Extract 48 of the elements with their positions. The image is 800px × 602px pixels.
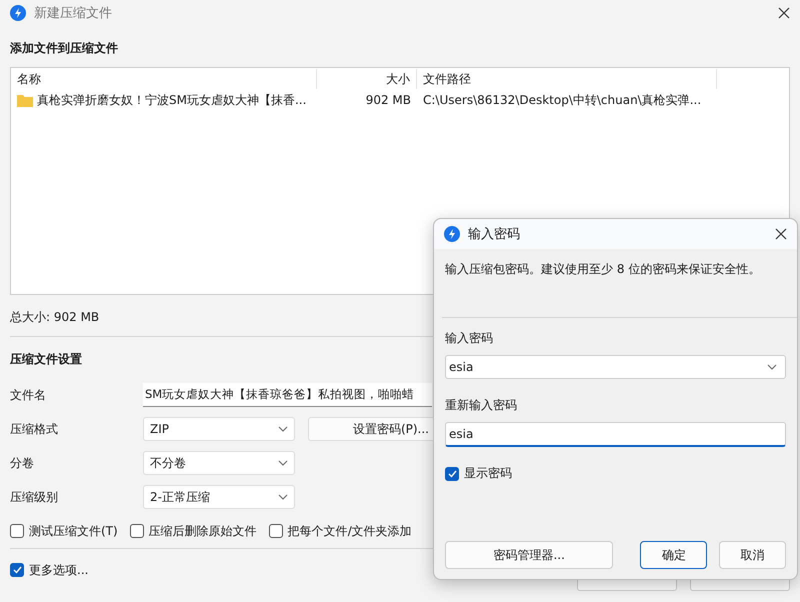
checkbox-label[interactable]: 压缩后删除原始文件 [148,522,257,540]
close-icon[interactable] [775,228,787,240]
field-label: 分卷 [10,454,35,472]
checkbox[interactable] [10,563,24,577]
confirm-password-field[interactable]: esia [445,422,786,447]
checkbox[interactable] [10,524,24,538]
description-text: 输入压缩包密码。建议使用至少 8 位的密码来保证安全性。 [445,261,762,278]
table-cell: 真枪实弹折磨女奴！宁波SM玩女虐奴大神【抹香... [37,92,306,108]
checkmark-icon [448,470,456,478]
section-heading: 压缩文件设置 [10,351,82,368]
checkbox-label[interactable]: 把每个文件/文件夹添加 [288,522,412,540]
dropdown[interactable]: ZIP [143,417,295,441]
password-combo-field[interactable]: esia [445,355,786,379]
checkbox[interactable] [268,524,283,538]
checkbox-label[interactable]: 显示密码 [464,465,512,482]
app-icon [10,5,26,21]
field-label: 文件名 [10,386,47,404]
dropdown[interactable]: 2-正常压缩 [143,485,295,509]
field-label: 重新输入密码 [445,397,518,414]
window-title: 新建压缩文件 [34,5,112,22]
checkbox[interactable] [130,524,144,538]
dropdown[interactable]: 不分卷 [143,451,295,475]
total-size: 总大小: 902 MB [10,309,100,326]
close-icon[interactable] [778,7,790,19]
dialog-title: 输入密码 [468,226,520,243]
column-header[interactable]: 大小 [317,69,417,89]
field-label: 输入密码 [445,330,494,347]
checkbox-label[interactable]: 更多选项... [29,562,88,578]
dialog-button[interactable]: 取消 [719,541,786,569]
app-icon [444,226,460,242]
checkbox[interactable] [445,466,459,480]
chevron-down-icon [278,426,288,432]
field-label: 压缩格式 [10,420,59,438]
checkmark-icon [12,566,22,574]
chevron-down-icon [278,460,288,466]
column-header[interactable]: 名称 [11,69,317,89]
chevron-down-icon [278,494,288,500]
file-name-field[interactable]: SM玩女虐奴大神【抹香琼爸爸】私拍视图，啪啪蜡 [143,383,432,407]
dialog-button[interactable]: 确定 [640,541,708,569]
table-cell-text: C:\Users\86132\Desktop\中转\chuan\真枪实弹... [422,92,702,108]
chevron-down-icon [767,364,777,370]
section-heading: 添加文件到压缩文件 [10,40,118,57]
dialog-button[interactable]: 密码管理器... [445,541,614,569]
table-cell-text: 902 MB [364,93,412,107]
checkbox-label[interactable]: 测试压缩文件(T) [29,522,118,540]
column-header[interactable]: 文件路径 [417,69,717,89]
field-label: 压缩级别 [10,488,59,506]
folder-icon [17,94,33,106]
